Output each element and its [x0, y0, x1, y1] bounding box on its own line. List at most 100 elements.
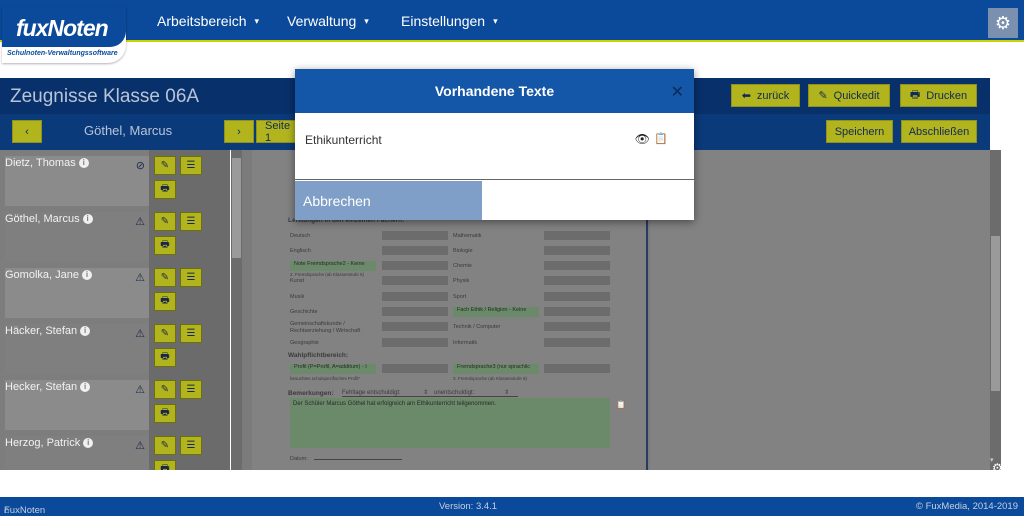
edit-button[interactable]: ✎	[154, 212, 176, 231]
next-student-button[interactable]: ›	[224, 120, 254, 143]
grade-field[interactable]	[382, 338, 448, 347]
list-icon: ☰	[186, 272, 196, 283]
close-icon[interactable]: ✕	[671, 82, 684, 102]
paste-text-icon[interactable]: 📋	[654, 132, 668, 145]
list-button[interactable]: ☰	[180, 268, 202, 287]
settings-button[interactable]: ⚙	[988, 8, 1018, 38]
grade-field[interactable]	[382, 246, 448, 255]
save-button[interactable]: Speichern	[826, 120, 893, 143]
student-actions: ✎ ☰ 🖶	[149, 262, 230, 318]
grade-field[interactable]	[544, 338, 610, 347]
print-row-button[interactable]: 🖶	[154, 292, 176, 311]
printer-icon: 🖶	[160, 351, 170, 362]
printer-icon: 🖶	[160, 239, 170, 250]
grade-field[interactable]	[544, 307, 610, 316]
grade-field[interactable]	[544, 276, 610, 285]
warning-icon: ⚠	[135, 384, 145, 396]
back-button[interactable]: ⬅ zurück	[731, 84, 800, 107]
student-name-cell: Gomolka, Jane i ⚠	[5, 268, 149, 318]
edit-button[interactable]: ✎	[154, 380, 176, 399]
edit-button[interactable]: ✎	[154, 156, 176, 175]
list-button[interactable]: ☰	[180, 380, 202, 399]
subject-label: Biologie	[453, 248, 473, 254]
app-logo[interactable]: fuxNoten Schulnoten-Verwaltungssoftware	[2, 7, 126, 63]
warning-icon: ⚠	[135, 328, 145, 340]
warning-icon: ⚠	[135, 440, 145, 452]
print-row-button[interactable]: 🖶	[154, 404, 176, 423]
list-item[interactable]: Dietz, Thomas i ⊘ ✎ ☰ 🖶	[0, 150, 230, 206]
page-selector[interactable]: Seite 1	[256, 120, 296, 144]
foreign-language-select[interactable]: Note Fremdsprache2 - Keine	[290, 261, 376, 271]
grade-field[interactable]	[544, 364, 610, 373]
edit-button[interactable]: ✎	[154, 436, 176, 455]
grade-field[interactable]	[382, 276, 448, 285]
grade-field[interactable]	[382, 322, 448, 331]
remarks-textarea[interactable]: Der Schüler Marcus Göthel hat erfolgreic…	[290, 398, 610, 448]
chevron-down-icon: ▾	[254, 15, 260, 26]
prev-student-button[interactable]: ‹	[12, 120, 42, 143]
quickedit-button[interactable]: ✎ Quickedit	[808, 84, 890, 107]
print-row-button[interactable]: 🖶	[154, 236, 176, 255]
info-icon: i	[82, 214, 93, 224]
edit-button[interactable]: ✎	[154, 324, 176, 343]
warning-icon: ⚠	[135, 272, 145, 284]
grade-field[interactable]	[544, 322, 610, 331]
elective-note: 3. Fremdsprache (ab Klassenstufe 8)	[453, 376, 528, 381]
list-item[interactable]: Hecker, Stefan i ⚠ ✎ ☰ 🖶	[0, 374, 230, 430]
list-icon: ☰	[186, 328, 196, 339]
student-name-cell: Häcker, Stefan i ⚠	[5, 324, 149, 374]
print-button[interactable]: 🖶 Drucken	[900, 84, 977, 107]
info-icon: i	[80, 326, 91, 336]
list-button[interactable]: ☰	[180, 156, 202, 175]
document-settings-icon[interactable]: ⚙	[992, 461, 1003, 475]
grade-field[interactable]	[544, 292, 610, 301]
nav-verwaltung[interactable]: Verwaltung ▾	[287, 0, 369, 42]
document-scrollbar[interactable]: ▾	[990, 150, 1001, 470]
eye-icon[interactable]: 👁	[635, 132, 650, 146]
text-item-label[interactable]: Ethikunterricht	[305, 133, 382, 147]
nav-arbeitsbereich[interactable]: Arbeitsbereich ▾	[157, 0, 259, 42]
arrow-left-icon: ⬅	[741, 90, 751, 102]
scrollbar-thumb[interactable]	[232, 158, 241, 258]
religion-select[interactable]: Fach Ethik / Religion - Keine	[453, 307, 539, 317]
date-line[interactable]	[314, 459, 402, 460]
absence-excused-field[interactable]: Fehltage entschuldigt:	[342, 390, 434, 397]
list-item[interactable]: Häcker, Stefan i ⚠ ✎ ☰ 🖶	[0, 318, 230, 374]
print-row-button[interactable]: 🖶	[154, 348, 176, 367]
print-row-button[interactable]: 🖶	[154, 180, 176, 199]
chevron-left-icon: ‹	[25, 125, 29, 138]
list-item[interactable]: Gomolka, Jane i ⚠ ✎ ☰ 🖶	[0, 262, 230, 318]
grade-field[interactable]	[544, 231, 610, 240]
grade-field[interactable]	[544, 246, 610, 255]
list-item[interactable]: Göthel, Marcus i ⚠ ✎ ☰ 🖶	[0, 206, 230, 262]
grade-field[interactable]	[382, 307, 448, 316]
student-list: Dietz, Thomas i ⊘ ✎ ☰ 🖶 Göthel, Marcus i ⚠ ✎…	[0, 150, 230, 470]
list-item[interactable]: Herzog, Patrick i ⚠ ✎ ☰ 🖶	[0, 430, 230, 470]
scrollbar-thumb[interactable]	[991, 236, 1000, 391]
print-row-button[interactable]: 🖶	[154, 460, 176, 470]
list-button[interactable]: ☰	[180, 436, 202, 455]
grade-field[interactable]	[544, 261, 610, 270]
list-button[interactable]: ☰	[180, 212, 202, 231]
grade-field[interactable]	[382, 261, 448, 270]
student-actions: ✎ ☰ 🖶	[149, 318, 230, 374]
grade-field[interactable]	[382, 292, 448, 301]
third-language-select[interactable]: Fremdsprache3 (nur sprachlic	[453, 364, 539, 374]
report-page-right	[650, 150, 990, 470]
edit-button[interactable]: ✎	[154, 268, 176, 287]
list-button[interactable]: ☰	[180, 324, 202, 343]
student-name-cell: Göthel, Marcus i ⚠	[5, 212, 149, 262]
spinner-icon[interactable]: ⇕	[504, 389, 509, 396]
student-list-scrollbar[interactable]	[231, 150, 242, 470]
finish-button[interactable]: Abschließen	[901, 120, 977, 143]
cancel-button[interactable]: Abbrechen	[295, 181, 482, 220]
printer-icon: 🖶	[160, 183, 170, 194]
nav-einstellungen[interactable]: Einstellungen ▾	[401, 0, 498, 42]
spinner-icon[interactable]: ⇕	[423, 389, 428, 396]
list-icon: ☰	[186, 384, 196, 395]
grade-field[interactable]	[382, 231, 448, 240]
profile-select[interactable]: Profil (P=Profil, A=additum) - I	[290, 364, 376, 374]
paste-text-icon[interactable]: 📋	[616, 400, 626, 409]
info-icon: i	[78, 158, 89, 168]
grade-field[interactable]	[382, 364, 448, 373]
